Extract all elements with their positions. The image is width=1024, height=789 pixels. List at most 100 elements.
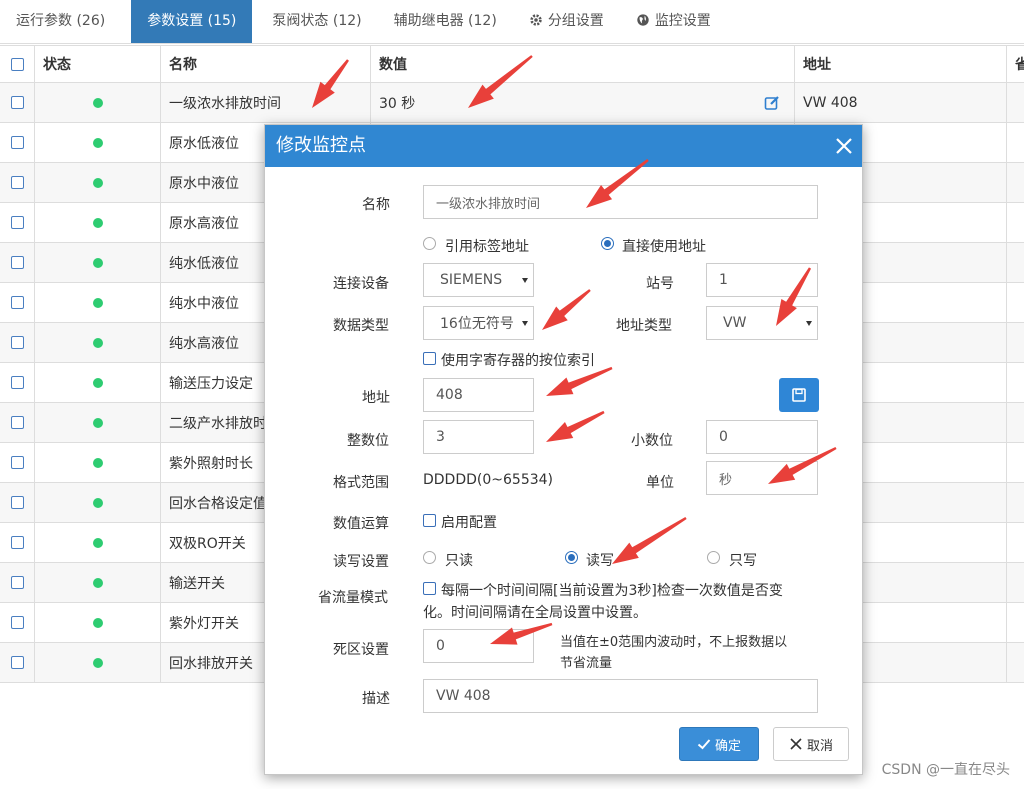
row-checkbox[interactable] (10, 456, 24, 469)
rw-label: 读写设置 (333, 554, 389, 570)
tab-runtime-params[interactable]: 运行参数 (26) (0, 0, 121, 43)
row-checkbox[interactable] (10, 616, 24, 629)
row-checkbox[interactable] (10, 576, 24, 589)
chevron-down-icon (522, 321, 528, 326)
integer-digits-label: 整数位 (347, 433, 389, 449)
device-select[interactable]: SIEMENS (423, 263, 534, 297)
col-address-header[interactable]: 地址 (794, 46, 1006, 82)
status-dot (92, 537, 103, 548)
flow-saving-text-line1: 每隔一个时间间隔[当前设置为3秒]检查一次数值是否变 (441, 583, 783, 599)
row-checkbox[interactable] (10, 536, 24, 549)
tab-aux-relay[interactable]: 辅助继电器 (12) (378, 0, 513, 43)
radio-direct-address[interactable] (601, 237, 614, 250)
row-checkbox[interactable] (10, 336, 24, 349)
datatype-select[interactable]: 16位无符号 (423, 306, 534, 340)
status-dot (92, 97, 103, 108)
decimal-digits-input[interactable]: 0 (706, 420, 818, 454)
calc-label: 数值运算 (333, 516, 389, 532)
dialog-title: 修改监控点 (276, 135, 366, 156)
description-label: 描述 (362, 691, 390, 707)
row-checkbox[interactable] (10, 136, 24, 149)
radio-readwrite-label: 读写 (586, 553, 614, 569)
flow-saving-text-line2: 化。时间间隔请在全局设置中设置。 (423, 605, 647, 621)
confirm-button[interactable]: 确定 (679, 727, 759, 761)
calc-enable-checkbox[interactable] (423, 514, 436, 527)
device-label: 连接设备 (333, 276, 389, 292)
format-range-value: DDDDD(0~65534) (423, 472, 553, 488)
floppy-disk-icon (792, 388, 806, 402)
status-dot (92, 457, 103, 468)
tab-param-settings[interactable]: 参数设置 (15) (131, 0, 253, 43)
row-value: 30 秒 (370, 83, 794, 122)
status-dot (92, 577, 103, 588)
row-checkbox[interactable] (10, 496, 24, 509)
decimal-digits-label: 小数位 (631, 433, 673, 449)
status-dot (92, 417, 103, 428)
row-checkbox[interactable] (10, 96, 24, 109)
status-dot (92, 137, 103, 148)
address-label: 地址 (362, 390, 390, 406)
gear-icon (530, 14, 542, 26)
globe-icon (637, 14, 649, 26)
calc-enable-label: 启用配置 (441, 515, 497, 531)
watermark: CSDN @一直在尽头 (881, 762, 1010, 778)
col-value-header[interactable]: 数值 (370, 46, 794, 82)
name-input[interactable]: 一级浓水排放时间 (423, 185, 818, 219)
select-all-checkbox[interactable] (10, 57, 24, 71)
format-range-label: 格式范围 (333, 475, 389, 491)
integer-digits-input[interactable]: 3 (423, 420, 534, 454)
row-checkbox[interactable] (10, 416, 24, 429)
check-icon (697, 739, 711, 750)
cancel-button[interactable]: 取消 (773, 727, 849, 761)
tab-pump-valve-status[interactable]: 泵阀状态 (12) (256, 0, 377, 43)
bit-index-checkbox[interactable] (423, 352, 436, 365)
dialog-header: 修改监控点 (265, 125, 862, 167)
station-input[interactable]: 1 (706, 263, 818, 297)
deadband-hint-line1: 当值在±0范围内波动时，不上报数据以 (560, 635, 788, 650)
row-checkbox[interactable] (10, 376, 24, 389)
addrtype-label: 地址类型 (616, 318, 672, 334)
tab-group-settings[interactable]: 分组设置 (513, 0, 620, 43)
status-dot (92, 297, 103, 308)
unit-label: 单位 (646, 475, 674, 491)
row-checkbox[interactable] (10, 296, 24, 309)
deadband-label: 死区设置 (333, 642, 389, 658)
row-address: VW 408 (794, 83, 1006, 122)
row-checkbox[interactable] (10, 176, 24, 189)
col-status-header[interactable]: 状态 (34, 46, 160, 82)
tab-monitor-settings[interactable]: 监控设置 (620, 0, 727, 43)
col-more-header[interactable]: 省 (1006, 46, 1024, 82)
status-dot (92, 657, 103, 668)
radio-writeonly[interactable] (707, 551, 720, 564)
status-dot (92, 217, 103, 228)
edit-icon[interactable] (764, 95, 780, 111)
radio-tag-address[interactable] (423, 237, 436, 250)
row-checkbox[interactable] (10, 656, 24, 669)
close-icon (790, 738, 802, 750)
chevron-down-icon (806, 321, 812, 326)
unit-input[interactable]: 秒 (706, 461, 818, 495)
chevron-down-icon (522, 278, 528, 283)
col-name-header[interactable]: 名称 (160, 46, 370, 82)
radio-readwrite[interactable] (565, 551, 578, 564)
deadband-input[interactable]: 0 (423, 629, 534, 663)
description-input[interactable]: VW 408 (423, 679, 818, 713)
row-checkbox[interactable] (10, 256, 24, 269)
deadband-hint-line2: 节省流量 (560, 656, 613, 671)
address-input[interactable]: 408 (423, 378, 534, 412)
status-dot (92, 617, 103, 628)
addrtype-select[interactable]: VW (706, 306, 818, 340)
radio-tag-address-label: 引用标签地址 (445, 239, 529, 255)
table-row[interactable]: 一级浓水排放时间 30 秒 VW 408 (0, 83, 1024, 123)
edit-monitor-point-dialog: 修改监控点 名称 一级浓水排放时间 引用标签地址 直接使用地址 连接设备 SIE… (264, 124, 863, 775)
close-icon[interactable] (834, 136, 854, 156)
table-header: 状态 名称 数值 地址 省 (0, 45, 1024, 83)
status-dot (92, 257, 103, 268)
row-name: 一级浓水排放时间 (160, 83, 370, 122)
row-checkbox[interactable] (10, 216, 24, 229)
save-address-button[interactable] (779, 378, 819, 412)
flow-saving-checkbox[interactable] (423, 582, 436, 595)
bit-index-label: 使用字寄存器的按位索引 (441, 353, 595, 369)
radio-direct-address-label: 直接使用地址 (622, 239, 706, 255)
radio-readonly[interactable] (423, 551, 436, 564)
